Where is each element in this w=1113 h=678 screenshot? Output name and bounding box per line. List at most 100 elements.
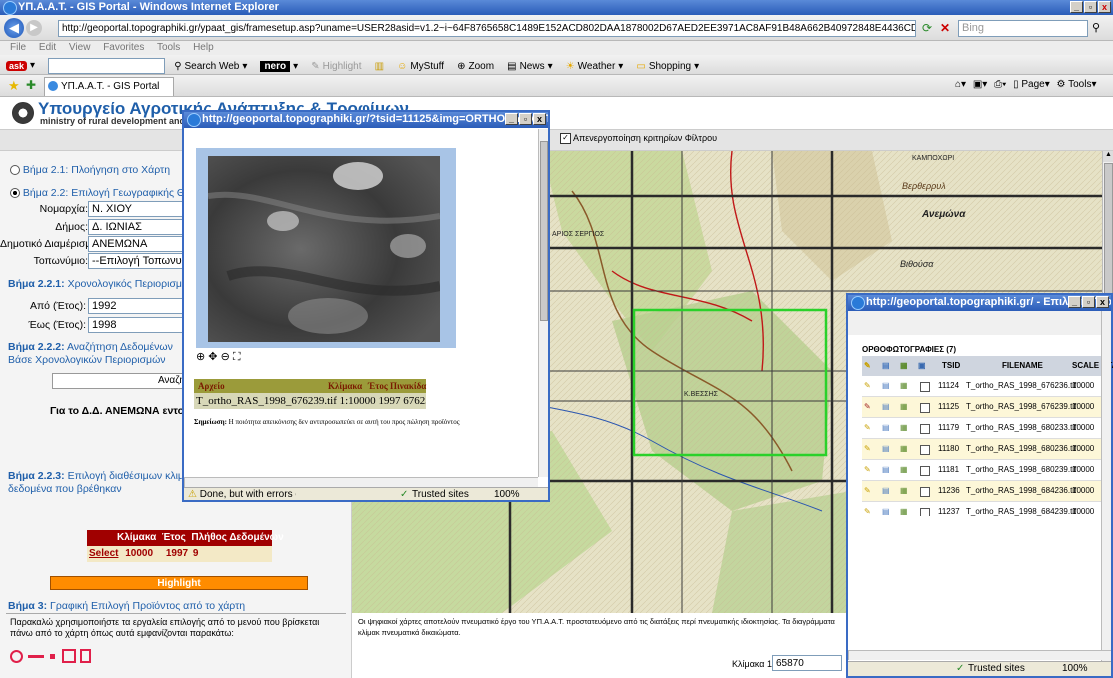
preview-h-scrollbar[interactable] bbox=[184, 477, 538, 487]
menu-help[interactable]: Help bbox=[193, 42, 214, 53]
menu-favorites[interactable]: Favorites bbox=[103, 42, 144, 53]
menu-edit[interactable]: Edit bbox=[39, 42, 56, 53]
info-doc-icon[interactable]: ▤ bbox=[882, 481, 890, 501]
toolbar-search-field[interactable] bbox=[48, 58, 166, 74]
popup2-close-button[interactable]: x bbox=[1096, 296, 1109, 308]
pan-icon[interactable]: ✥ bbox=[208, 351, 217, 363]
minimize-button[interactable]: _ bbox=[1070, 1, 1083, 13]
page-menu[interactable]: ▯ Page▾ bbox=[1013, 79, 1050, 90]
rectangle-select-icon[interactable] bbox=[80, 649, 91, 663]
back-button[interactable]: ◀ bbox=[4, 18, 24, 38]
mystuff-button[interactable]: ☺ MyStuff bbox=[397, 61, 444, 72]
favorites-star-icon[interactable]: ★ bbox=[8, 78, 20, 94]
popup2-minimize-button[interactable]: _ bbox=[1068, 296, 1081, 308]
products-v-scrollbar[interactable] bbox=[1101, 311, 1111, 661]
step21-option[interactable]: Βήμα 2.1: Πλοήγηση στο Χάρτη bbox=[10, 164, 170, 176]
table-row[interactable]: ✎ ▤ ▦ 11180 T_ortho_RAS_1998_680236.tif 10000… bbox=[862, 439, 1111, 460]
forward-button[interactable]: ▶ bbox=[26, 20, 42, 36]
menu-view[interactable]: View bbox=[69, 42, 91, 53]
info-doc-icon[interactable]: ▤ bbox=[882, 439, 890, 459]
info-doc-icon[interactable]: ▤ bbox=[882, 418, 890, 438]
row-checkbox[interactable] bbox=[920, 403, 930, 413]
row-checkbox[interactable] bbox=[920, 445, 930, 455]
row-checkbox[interactable] bbox=[920, 382, 930, 392]
edit-pencil-icon[interactable]: ✎ bbox=[864, 418, 871, 438]
close-button[interactable]: x bbox=[1098, 1, 1111, 13]
table-row[interactable]: ✎ ▤ ▦ 11237 T_ortho_RAS_1998_684239.tif 10000… bbox=[862, 502, 1111, 516]
zoom-in-icon[interactable]: ⊕ bbox=[196, 351, 205, 363]
preview-map-icon[interactable]: ▦ bbox=[900, 418, 908, 438]
preview-map-icon[interactable]: ▦ bbox=[900, 481, 908, 501]
ask-logo[interactable]: ask ▾ bbox=[6, 60, 35, 71]
step22-option[interactable]: Βήμα 2.2: Επιλογή Γεωγραφικής Θέσης bbox=[10, 187, 207, 199]
tab-gis-portal[interactable]: ΥΠ.Α.Α.Τ. - GIS Portal bbox=[44, 77, 174, 96]
preview-map-icon[interactable]: ▦ bbox=[900, 439, 908, 459]
shopping-button[interactable]: ▭ Shopping ▾ bbox=[636, 61, 699, 72]
edit-pencil-icon[interactable]: ✎ bbox=[864, 376, 871, 396]
popup-close-button[interactable]: x bbox=[533, 113, 546, 125]
search-icon[interactable]: ⚲ bbox=[1092, 21, 1106, 35]
point-select-icon[interactable] bbox=[50, 654, 55, 659]
maximize-button[interactable]: ▫ bbox=[1084, 1, 1097, 13]
edit-pencil-icon[interactable]: ✎ bbox=[864, 460, 871, 480]
line-select-icon[interactable] bbox=[28, 655, 44, 658]
preview-v-thumb[interactable] bbox=[540, 141, 548, 321]
table-row[interactable]: ✎ ▤ ▦ 11125 T_ortho_RAS_1998_676239.tif 10000… bbox=[862, 397, 1111, 418]
info-doc-icon[interactable]: ▤ bbox=[882, 502, 890, 516]
zoom-out-icon[interactable]: ⊖ bbox=[221, 351, 230, 363]
preview-map-icon[interactable]: ▦ bbox=[900, 460, 908, 480]
to-year-input[interactable]: 1998 bbox=[88, 317, 188, 333]
step22-radio[interactable] bbox=[10, 188, 20, 199]
circle-select-icon[interactable] bbox=[10, 650, 23, 663]
print-icon[interactable]: ⎙▾ bbox=[994, 79, 1006, 90]
edit-pencil-icon[interactable]: ✎ bbox=[864, 502, 871, 516]
info-doc-icon[interactable]: ▤ bbox=[882, 397, 890, 417]
products-h-scrollbar[interactable] bbox=[848, 650, 1111, 660]
table-row[interactable]: ✎ ▤ ▦ 11124 T_ortho_RAS_1998_676236.tif 10000… bbox=[862, 376, 1111, 397]
table-row[interactable]: ✎ ▤ ▦ 11179 T_ortho_RAS_1998_680233.tif 10000… bbox=[862, 418, 1111, 439]
feeds-icon[interactable]: ▣▾ bbox=[973, 79, 987, 90]
zoom-level[interactable]: 100% bbox=[1062, 662, 1088, 676]
zoom-button[interactable]: ⊕ Zoom bbox=[457, 61, 494, 72]
nero-logo[interactable]: nero ▾ bbox=[260, 60, 298, 72]
menu-tools[interactable]: Tools bbox=[157, 42, 180, 53]
row-checkbox[interactable] bbox=[920, 508, 930, 516]
map-scale-input[interactable]: 65870 bbox=[772, 655, 842, 671]
edit-pencil-icon[interactable]: ✎ bbox=[864, 481, 871, 501]
refresh-icon[interactable]: ⟳ bbox=[922, 21, 936, 35]
popup-minimize-button[interactable]: _ bbox=[505, 113, 518, 125]
table-row[interactable]: ✎ ▤ ▦ 11236 T_ortho_RAS_1998_684236.tif 10000… bbox=[862, 481, 1111, 502]
scroll-thumb[interactable] bbox=[1104, 163, 1113, 303]
search-input[interactable]: Bing bbox=[958, 20, 1088, 37]
menu-file[interactable]: File bbox=[10, 42, 26, 53]
from-year-input[interactable]: 1992 bbox=[88, 298, 188, 314]
news-button[interactable]: ▤ News ▾ bbox=[507, 61, 553, 72]
full-extent-icon[interactable]: ⛶ bbox=[233, 351, 241, 363]
polygon-select-icon[interactable] bbox=[62, 649, 76, 663]
nomos-select[interactable]: Ν. ΧΙΟΥ bbox=[88, 201, 188, 217]
dimos-select[interactable]: Δ. ΙΩΝΙΑΣ bbox=[88, 219, 188, 235]
filter-toggle[interactable]: ✓ Απενεργοποίηση κριτηρίων Φίλτρου bbox=[560, 133, 717, 147]
edit-pencil-icon[interactable]: ✎ bbox=[864, 439, 871, 459]
popup-maximize-button[interactable]: ▫ bbox=[519, 113, 532, 125]
add-favorite-icon[interactable]: ✚ bbox=[26, 78, 36, 92]
preview-map-icon[interactable]: ▦ bbox=[900, 397, 908, 417]
scroll-up-arrow[interactable]: ▲ bbox=[1103, 151, 1113, 162]
highlight-button[interactable]: Highlight bbox=[50, 576, 308, 590]
zoom-level[interactable]: 100% bbox=[494, 488, 520, 502]
select-scale-link[interactable]: Select bbox=[89, 548, 118, 559]
preview-map-icon[interactable]: ▦ bbox=[900, 376, 908, 396]
highlight-toolbar-button[interactable]: ✎ Highlight bbox=[311, 61, 361, 72]
weather-button[interactable]: ☀ Weather ▾ bbox=[566, 61, 624, 72]
popup2-maximize-button[interactable]: ▫ bbox=[1082, 296, 1095, 308]
info-doc-icon[interactable]: ▤ bbox=[882, 376, 890, 396]
search-data-button[interactable]: Αναζή bbox=[52, 373, 192, 389]
search-web-button[interactable]: ⚲ Search Web ▾ bbox=[174, 61, 247, 72]
tools-menu[interactable]: ⚙ Tools▾ bbox=[1057, 79, 1097, 90]
edit-pencil-icon[interactable]: ✎ bbox=[864, 397, 871, 417]
address-input[interactable]: http://geoportal.topographiki.gr/ypaat_g… bbox=[58, 20, 916, 37]
diamerisma-select[interactable]: ΑΝΕΜΩΝΑ bbox=[88, 236, 188, 252]
grid-icon[interactable]: ▥ bbox=[375, 61, 384, 72]
preview-map-icon[interactable]: ▦ bbox=[900, 502, 908, 516]
table-row[interactable]: ✎ ▤ ▦ 11181 T_ortho_RAS_1998_680239.tif 10000… bbox=[862, 460, 1111, 481]
